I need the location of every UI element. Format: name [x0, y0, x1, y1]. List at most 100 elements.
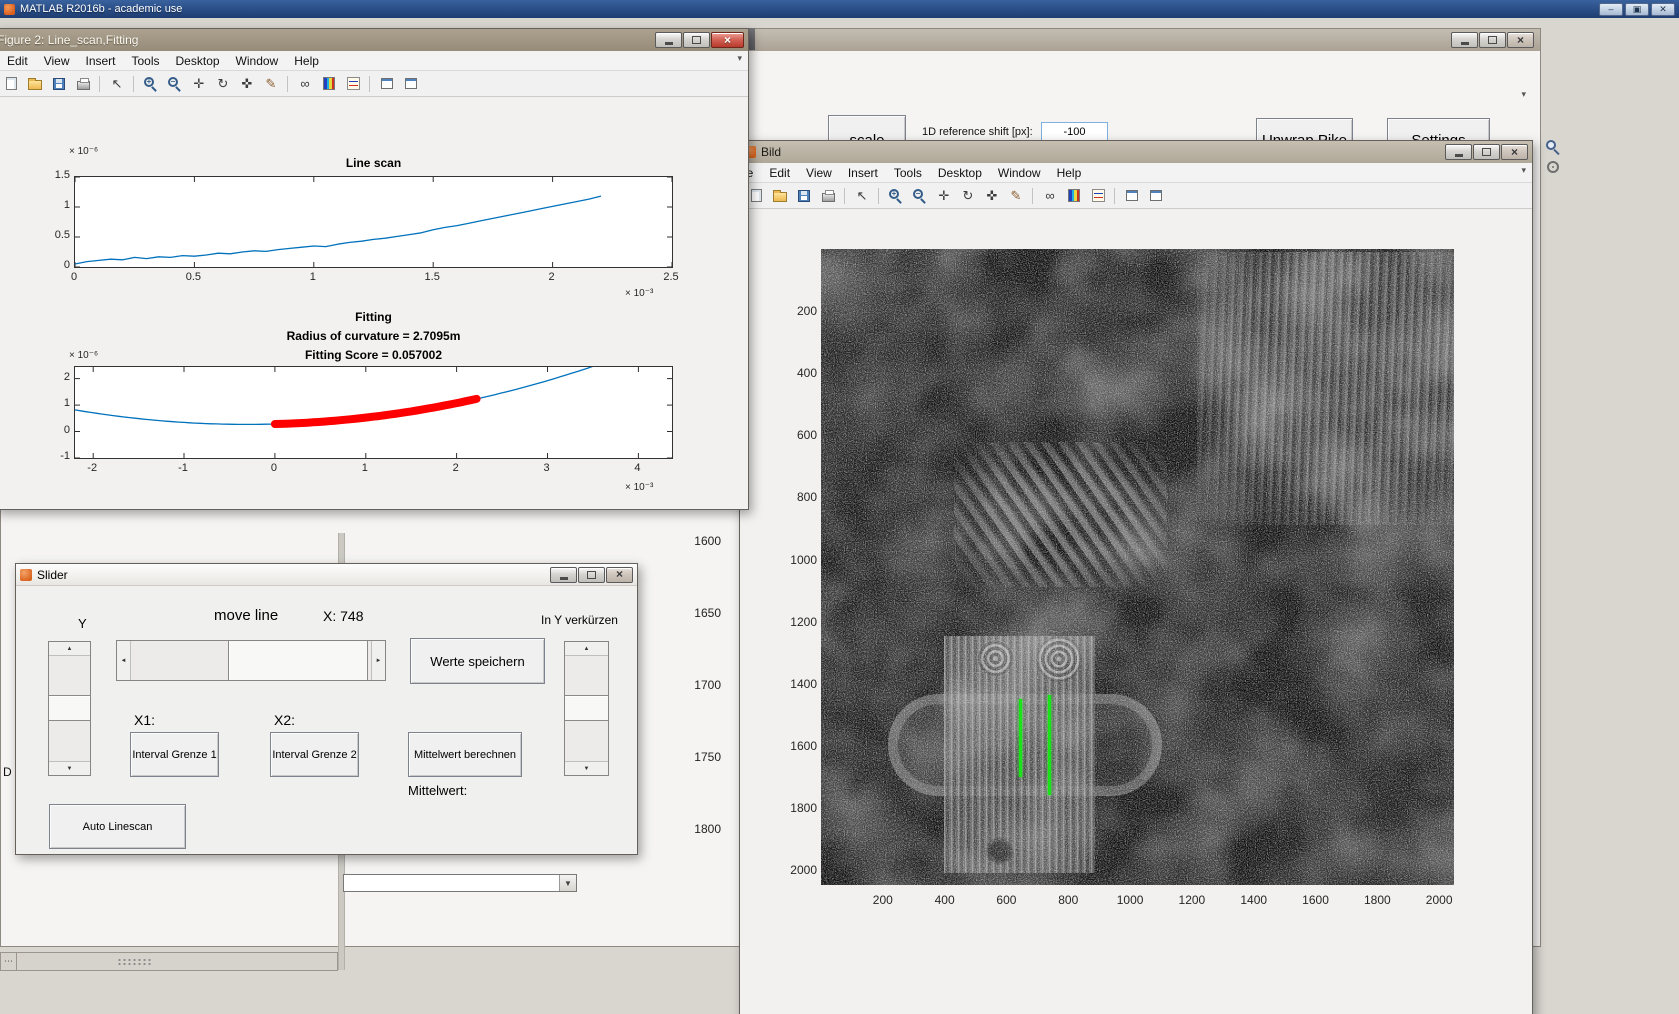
rotate-3d-icon[interactable]: ↻ — [212, 74, 234, 94]
slider-track[interactable] — [49, 721, 90, 762]
maximize-button[interactable] — [1473, 144, 1500, 160]
figure2-titlebar[interactable]: Figure 2: Line_scan,Fitting × — [0, 29, 748, 51]
minimize-button[interactable] — [655, 32, 682, 48]
y-slider-right[interactable]: ▲ ▼ — [564, 641, 609, 776]
restore-button[interactable]: ▣ — [1625, 2, 1649, 16]
ref-shift-input[interactable]: -100 — [1041, 122, 1108, 142]
slider-up-arrow[interactable]: ▲ — [565, 642, 608, 655]
menu-item-window[interactable]: Window — [228, 52, 287, 70]
open-file-icon[interactable] — [769, 186, 791, 206]
menu-item-desktop[interactable]: Desktop — [930, 164, 990, 182]
slider-track[interactable] — [565, 655, 608, 695]
menu-item-insert[interactable]: Insert — [77, 52, 123, 70]
menu-item-view[interactable]: View — [798, 164, 840, 182]
target-icon[interactable] — [1547, 161, 1559, 173]
y-slider-left[interactable]: ▲ ▼ — [48, 641, 91, 776]
minimize-button[interactable]: – — [1599, 2, 1623, 16]
line-scan-axes[interactable] — [74, 176, 673, 268]
dropdown-fragment[interactable]: ▼ — [343, 874, 577, 892]
close-button[interactable]: × — [1507, 32, 1534, 48]
data-cursor-icon[interactable]: ✜ — [236, 74, 258, 94]
mittelwert-berechnen-button[interactable]: Mittelwert berechnen — [408, 732, 522, 777]
slider-thumb[interactable] — [228, 641, 368, 680]
auto-linescan-button[interactable]: Auto Linescan — [49, 804, 186, 849]
slider-track[interactable] — [130, 641, 228, 680]
insert-legend-icon[interactable] — [1087, 186, 1109, 206]
insert-colorbar-icon[interactable] — [318, 74, 340, 94]
slider-thumb[interactable] — [565, 695, 608, 721]
brush-icon[interactable]: ✎ — [1005, 186, 1027, 206]
menu-item-help[interactable]: Help — [286, 52, 327, 70]
dropdown-arrow-icon[interactable]: ▼ — [559, 875, 576, 891]
menu-pulldown-icon[interactable]: ▾ — [737, 53, 742, 64]
menu-item-desktop[interactable]: Desktop — [168, 52, 228, 70]
insert-colorbar-icon[interactable] — [1063, 186, 1085, 206]
menu-item-insert[interactable]: Insert — [840, 164, 886, 182]
rotate-3d-icon[interactable]: ↻ — [957, 186, 979, 206]
menu-item-edit[interactable]: Edit — [761, 164, 798, 182]
new-figure-icon[interactable] — [0, 74, 22, 94]
slider-left-arrow[interactable]: ◄ — [117, 641, 130, 680]
show-plot-tools-icon[interactable] — [1145, 186, 1167, 206]
close-button[interactable]: × — [606, 566, 633, 583]
brush-icon[interactable]: ✎ — [260, 74, 282, 94]
data-cursor-icon[interactable]: ✜ — [981, 186, 1003, 206]
zoom-out-icon[interactable]: − — [164, 74, 186, 94]
hide-plot-tools-icon[interactable] — [376, 74, 398, 94]
measurement-line-2[interactable] — [1048, 694, 1052, 795]
menu-item-window[interactable]: Window — [990, 164, 1049, 182]
zoom-in-icon[interactable]: + — [885, 186, 907, 206]
show-plot-tools-icon[interactable] — [400, 74, 422, 94]
close-button[interactable]: × — [711, 32, 744, 48]
pan-icon[interactable]: ✛ — [933, 186, 955, 206]
minimize-button[interactable] — [1445, 144, 1472, 160]
werte-speichern-button[interactable]: Werte speichern — [410, 638, 545, 684]
search-icon[interactable] — [1545, 139, 1561, 156]
slider-thumb[interactable] — [49, 695, 90, 721]
menu-item-tools[interactable]: Tools — [886, 164, 930, 182]
open-file-icon[interactable] — [24, 74, 46, 94]
menu-item-tools[interactable]: Tools — [124, 52, 168, 70]
maximize-button[interactable] — [578, 566, 605, 583]
slider-up-arrow[interactable]: ▲ — [49, 642, 90, 655]
link-plot-icon[interactable]: ∞ — [1039, 186, 1061, 206]
insert-legend-icon[interactable] — [342, 74, 364, 94]
maximize-button[interactable] — [683, 32, 710, 48]
maximize-button[interactable] — [1479, 32, 1506, 48]
slider-down-arrow[interactable]: ▼ — [49, 762, 90, 775]
edit-plot-icon[interactable]: ↖ — [851, 186, 873, 206]
interval-grenze-2-button[interactable]: Interval Grenze 2 — [270, 732, 359, 777]
minimize-button[interactable] — [550, 566, 577, 583]
zoom-in-icon[interactable]: + — [140, 74, 162, 94]
measurement-line-1[interactable] — [1019, 698, 1023, 777]
save-figure-icon[interactable] — [793, 186, 815, 206]
interval-grenze-1-button[interactable]: Interval Grenze 1 — [130, 732, 219, 777]
slider-down-arrow[interactable]: ▼ — [565, 762, 608, 775]
menu-item-view[interactable]: View — [36, 52, 78, 70]
close-button[interactable]: × — [1501, 144, 1528, 160]
move-line-slider[interactable]: ◄ ► — [116, 640, 386, 681]
bild-titlebar[interactable]: Bild × — [740, 141, 1532, 163]
slider-right-arrow[interactable]: ► — [372, 641, 385, 680]
menu-pulldown-icon[interactable]: ▾ — [1521, 165, 1526, 176]
save-figure-icon[interactable] — [48, 74, 70, 94]
hide-plot-tools-icon[interactable] — [1121, 186, 1143, 206]
zoom-out-icon[interactable]: − — [909, 186, 931, 206]
menu-item-help[interactable]: Help — [1049, 164, 1090, 182]
edit-plot-icon[interactable]: ↖ — [106, 74, 128, 94]
fitting-axes[interactable] — [74, 366, 673, 459]
minimize-button[interactable] — [1451, 32, 1478, 48]
slider-track[interactable] — [565, 721, 608, 762]
slider-titlebar[interactable]: Slider × — [16, 564, 637, 586]
link-plot-icon[interactable]: ∞ — [294, 74, 316, 94]
print-figure-icon[interactable] — [817, 186, 839, 206]
os-titlebar[interactable]: MATLAB R2016b - academic use – ▣ ✕ — [0, 0, 1679, 18]
close-button[interactable]: ✕ — [1651, 2, 1675, 16]
print-figure-icon[interactable] — [72, 74, 94, 94]
speckle-image-axes[interactable] — [821, 249, 1454, 885]
menu-pulldown-icon[interactable]: ▾ — [1521, 89, 1526, 100]
resize-grip[interactable] — [117, 957, 151, 966]
slider-track[interactable] — [49, 655, 90, 695]
menu-item-edit[interactable]: Edit — [0, 52, 36, 70]
pan-icon[interactable]: ✛ — [188, 74, 210, 94]
